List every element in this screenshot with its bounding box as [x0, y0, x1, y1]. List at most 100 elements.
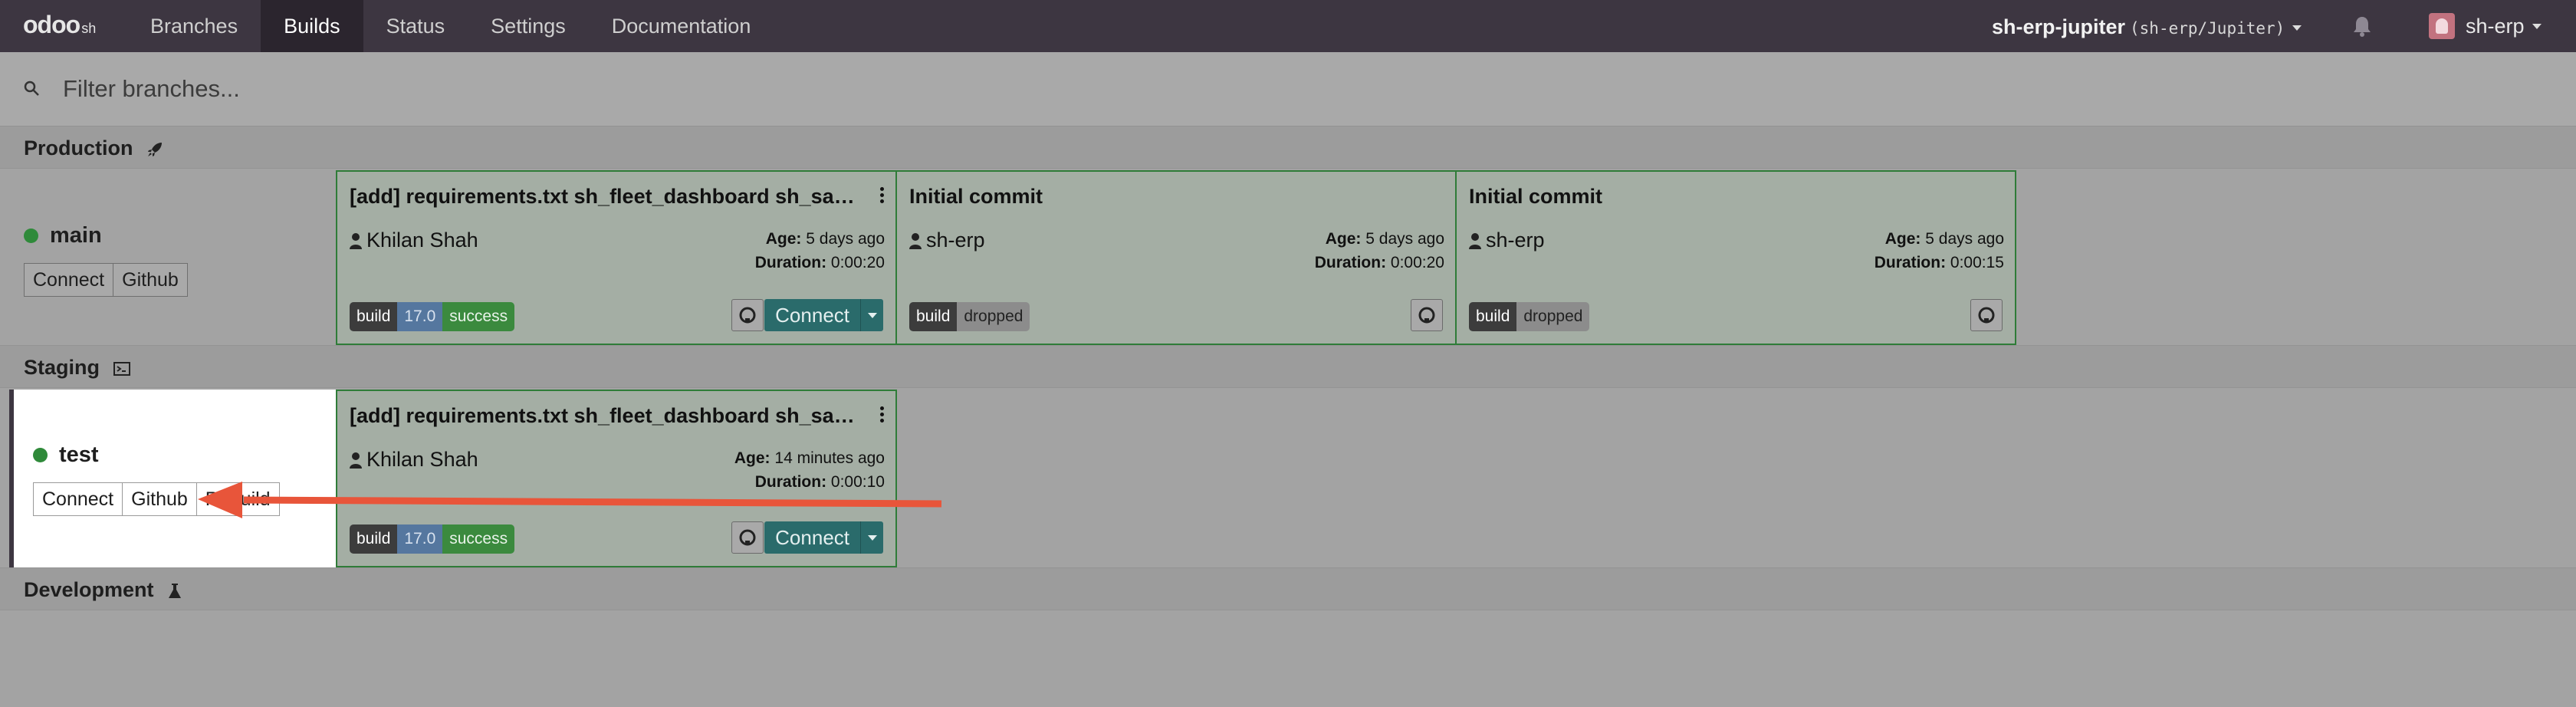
- top-navbar: odoo sh Branches Builds Status Settings …: [0, 0, 2576, 52]
- build-meta: Age: 5 days ago Duration: 0:00:20: [1315, 227, 1444, 275]
- branch-name[interactable]: test: [33, 442, 99, 468]
- build-card[interactable]: Initial commit sh-erp Age: 5 days ago Du…: [1455, 170, 2016, 345]
- commit-author: sh-erp: [1469, 229, 1545, 252]
- flask-icon: [169, 583, 182, 598]
- github-button[interactable]: [731, 299, 764, 331]
- duration-value: 0:00:15: [1950, 254, 2004, 271]
- duration-label: Duration:: [754, 473, 827, 491]
- duration-value: 0:00:10: [830, 473, 885, 491]
- badge-build: build: [909, 302, 958, 331]
- github-button[interactable]: [731, 521, 764, 554]
- github-icon: [739, 529, 756, 546]
- chevron-down-icon[interactable]: [860, 521, 883, 554]
- age-label: Age:: [1884, 230, 1921, 248]
- badge-build: build: [1469, 302, 1517, 331]
- user-icon: [909, 232, 922, 249]
- branch-row-production: main Connect Github [add] requirements.t…: [0, 170, 2576, 345]
- github-button[interactable]: [1411, 299, 1443, 331]
- stage-label: Development: [24, 578, 154, 601]
- nav-status[interactable]: Status: [363, 0, 468, 52]
- branch-label: test: [59, 442, 99, 467]
- status-dot: [33, 448, 48, 462]
- rocket-icon: [148, 142, 163, 156]
- age-label: Age:: [734, 449, 770, 467]
- kebab-menu-icon[interactable]: [879, 406, 885, 425]
- github-icon: [1418, 307, 1435, 324]
- age-label: Age:: [765, 230, 802, 248]
- branch-actions: Connect Github Rebuild: [33, 482, 280, 516]
- author-name: sh-erp: [926, 229, 985, 252]
- build-meta: Age: 5 days ago Duration: 0:00:20: [755, 227, 885, 275]
- stage-header-production: Production: [0, 126, 2576, 169]
- build-badges: build dropped: [1469, 302, 1590, 331]
- rebuild-button[interactable]: Rebuild: [196, 482, 280, 516]
- connect-button[interactable]: Connect: [24, 263, 114, 297]
- logo-text: odoo: [23, 11, 80, 38]
- logo-suffix: sh: [81, 21, 97, 36]
- stage-header-development: Development: [0, 567, 2576, 610]
- odoo-sh-logo[interactable]: odoo sh: [23, 11, 96, 41]
- filter-bar: [0, 52, 2576, 126]
- user-name: sh-erp: [2466, 14, 2525, 38]
- github-button[interactable]: Github: [122, 482, 197, 516]
- branch-actions: Connect Github: [24, 263, 188, 297]
- build-card[interactable]: Initial commit sh-erp Age: 5 days ago Du…: [895, 170, 1457, 345]
- badge-version: 17.0: [397, 524, 443, 554]
- connect-dropdown[interactable]: Connect: [764, 521, 883, 554]
- build-meta: Age: 14 minutes ago Duration: 0:00:10: [734, 446, 885, 494]
- github-button[interactable]: Github: [113, 263, 188, 297]
- age-value: 5 days ago: [806, 230, 885, 248]
- connect-label[interactable]: Connect: [764, 299, 860, 331]
- badge-build: build: [350, 302, 398, 331]
- author-name: sh-erp: [1486, 229, 1545, 252]
- badge-status: success: [442, 524, 515, 554]
- branch-cell-selected: test Connect Github Rebuild: [9, 390, 336, 567]
- commit-author: Khilan Shah: [350, 229, 478, 252]
- build-card[interactable]: [add] requirements.txt sh_fleet_dashboar…: [336, 390, 897, 567]
- nav-settings[interactable]: Settings: [468, 0, 589, 52]
- badge-status: success: [442, 302, 515, 331]
- user-menu[interactable]: sh-erp: [2429, 0, 2542, 52]
- badge-version: 17.0: [397, 302, 443, 331]
- commit-title: [add] requirements.txt sh_fleet_dashboar…: [350, 404, 856, 427]
- age-value: 5 days ago: [1365, 230, 1444, 248]
- age-value: 14 minutes ago: [774, 449, 885, 467]
- age-value: 5 days ago: [1925, 230, 2004, 248]
- commit-title: [add] requirements.txt sh_fleet_dashboar…: [350, 185, 856, 208]
- age-label: Age:: [1325, 230, 1362, 248]
- nav-branches[interactable]: Branches: [127, 0, 261, 52]
- nav-documentation[interactable]: Documentation: [589, 0, 774, 52]
- github-icon: [739, 307, 756, 324]
- badge-status: dropped: [957, 302, 1030, 331]
- filter-branches-input[interactable]: [63, 71, 983, 107]
- author-name: Khilan Shah: [366, 448, 478, 471]
- project-name: sh-erp-jupiter: [1992, 15, 2126, 38]
- stage-header-staging: Staging: [0, 345, 2576, 388]
- build-badges: build dropped: [909, 302, 1030, 331]
- build-card[interactable]: [add] requirements.txt sh_fleet_dashboar…: [336, 170, 897, 345]
- project-selector[interactable]: sh-erp-jupiter (sh-erp/Jupiter): [1992, 0, 2302, 52]
- kebab-menu-icon[interactable]: [879, 187, 885, 206]
- branch-label: main: [50, 223, 102, 248]
- search-icon: [24, 81, 39, 96]
- branch-name[interactable]: main: [24, 223, 102, 248]
- user-icon: [350, 232, 362, 249]
- avatar: [2429, 13, 2455, 39]
- chevron-down-icon[interactable]: [860, 299, 883, 331]
- commit-title: Initial commit: [1469, 185, 1603, 208]
- connect-button[interactable]: Connect: [33, 482, 123, 516]
- branch-row-staging: test Connect Github Rebuild [add] requir…: [0, 390, 2576, 567]
- bell-icon[interactable]: [2352, 15, 2372, 37]
- duration-value: 0:00:20: [830, 254, 885, 271]
- main-nav: Branches Builds Status Settings Document…: [127, 0, 774, 52]
- duration-label: Duration:: [1314, 254, 1387, 271]
- build-badges: build 17.0 success: [350, 524, 515, 554]
- connect-label[interactable]: Connect: [764, 521, 860, 554]
- connect-dropdown[interactable]: Connect: [764, 299, 883, 331]
- commit-author: sh-erp: [909, 229, 985, 252]
- commit-title: Initial commit: [909, 185, 1043, 208]
- github-button[interactable]: [1970, 299, 2003, 331]
- build-meta: Age: 5 days ago Duration: 0:00:15: [1875, 227, 2004, 275]
- nav-builds[interactable]: Builds: [261, 0, 363, 52]
- project-repo: (sh-erp/Jupiter): [2130, 19, 2285, 38]
